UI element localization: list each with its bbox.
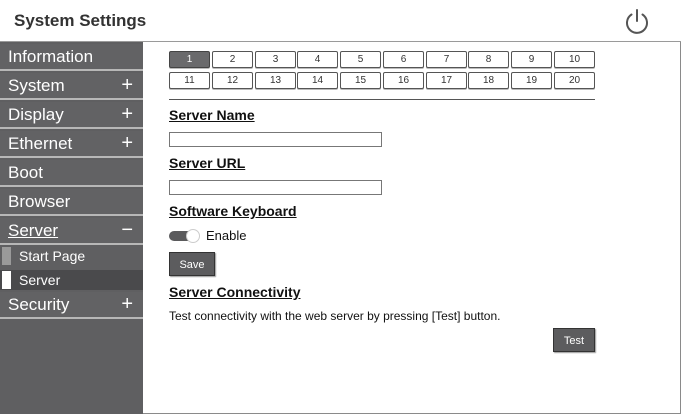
sidebar-subitem-server[interactable]: Server <box>0 270 143 290</box>
page-button-16[interactable]: 16 <box>383 72 424 89</box>
sidebar-item-browser[interactable]: Browser <box>0 189 143 216</box>
sidebar-item-system[interactable]: System + <box>0 73 143 100</box>
expand-plus-icon: + <box>121 293 133 315</box>
sidebar-subitem-label: Server <box>19 272 61 288</box>
subitem-marker <box>2 247 11 265</box>
divider <box>169 99 595 100</box>
sidebar: Information System + Display + Ethernet … <box>0 42 143 414</box>
sidebar-item-label: Boot <box>8 163 43 182</box>
sidebar-subitem-start-page[interactable]: Start Page <box>0 246 143 266</box>
sidebar-item-security[interactable]: Security + <box>0 292 143 319</box>
subitem-marker <box>2 271 11 289</box>
sidebar-item-label: Ethernet <box>8 134 73 153</box>
server-url-input[interactable] <box>169 180 382 195</box>
keyboard-enable-label: Enable <box>206 228 247 243</box>
toggle-knob <box>186 229 200 243</box>
main-content: 1 2 3 4 5 6 7 8 9 10 11 12 13 14 15 16 1… <box>143 42 681 414</box>
sidebar-item-display[interactable]: Display + <box>0 102 143 129</box>
power-icon[interactable] <box>622 7 652 37</box>
sidebar-item-information[interactable]: Information <box>0 44 143 71</box>
save-button[interactable]: Save <box>169 252 215 276</box>
sidebar-item-label: Information <box>8 47 94 66</box>
page-button-7[interactable]: 7 <box>426 51 467 68</box>
page-button-12[interactable]: 12 <box>212 72 253 89</box>
sidebar-item-label: Server <box>8 221 59 240</box>
page-button-3[interactable]: 3 <box>255 51 296 68</box>
page-button-15[interactable]: 15 <box>340 72 381 89</box>
page-button-13[interactable]: 13 <box>255 72 296 89</box>
page-button-19[interactable]: 19 <box>511 72 552 89</box>
page-button-5[interactable]: 5 <box>340 51 381 68</box>
sidebar-subitem-label: Start Page <box>19 248 86 264</box>
page-button-18[interactable]: 18 <box>468 72 509 89</box>
page-button-8[interactable]: 8 <box>468 51 509 68</box>
server-name-heading: Server Name <box>169 107 255 123</box>
sidebar-item-ethernet[interactable]: Ethernet + <box>0 131 143 158</box>
sidebar-item-label: Security <box>8 295 70 314</box>
page-button-4[interactable]: 4 <box>297 51 338 68</box>
server-name-input[interactable] <box>169 132 382 147</box>
server-url-heading: Server URL <box>169 155 246 171</box>
page-button-14[interactable]: 14 <box>297 72 338 89</box>
sidebar-item-boot[interactable]: Boot <box>0 160 143 187</box>
expand-plus-icon: + <box>121 103 133 125</box>
page-button-17[interactable]: 17 <box>426 72 467 89</box>
page-button-10[interactable]: 10 <box>554 51 595 68</box>
collapse-minus-icon: − <box>121 219 133 241</box>
sidebar-item-label: System <box>8 76 65 95</box>
page-button-9[interactable]: 9 <box>511 51 552 68</box>
sidebar-item-server[interactable]: Server − <box>0 218 143 245</box>
test-button[interactable]: Test <box>553 328 595 352</box>
sidebar-item-label: Display <box>8 105 64 124</box>
sidebar-item-label: Browser <box>8 192 71 211</box>
page-title: System Settings <box>14 11 147 30</box>
page-button-20[interactable]: 20 <box>554 72 595 89</box>
connectivity-description: Test connectivity with the web server by… <box>169 309 501 323</box>
page-button-11[interactable]: 11 <box>169 72 210 89</box>
expand-plus-icon: + <box>121 74 133 96</box>
page-button-1[interactable]: 1 <box>169 51 210 68</box>
server-connectivity-heading: Server Connectivity <box>169 284 301 300</box>
page-button-6[interactable]: 6 <box>383 51 424 68</box>
software-keyboard-heading: Software Keyboard <box>169 203 297 219</box>
page-button-2[interactable]: 2 <box>212 51 253 68</box>
header-bar: System Settings <box>0 0 681 42</box>
expand-plus-icon: + <box>121 132 133 154</box>
keyboard-enable-toggle[interactable] <box>169 229 201 243</box>
